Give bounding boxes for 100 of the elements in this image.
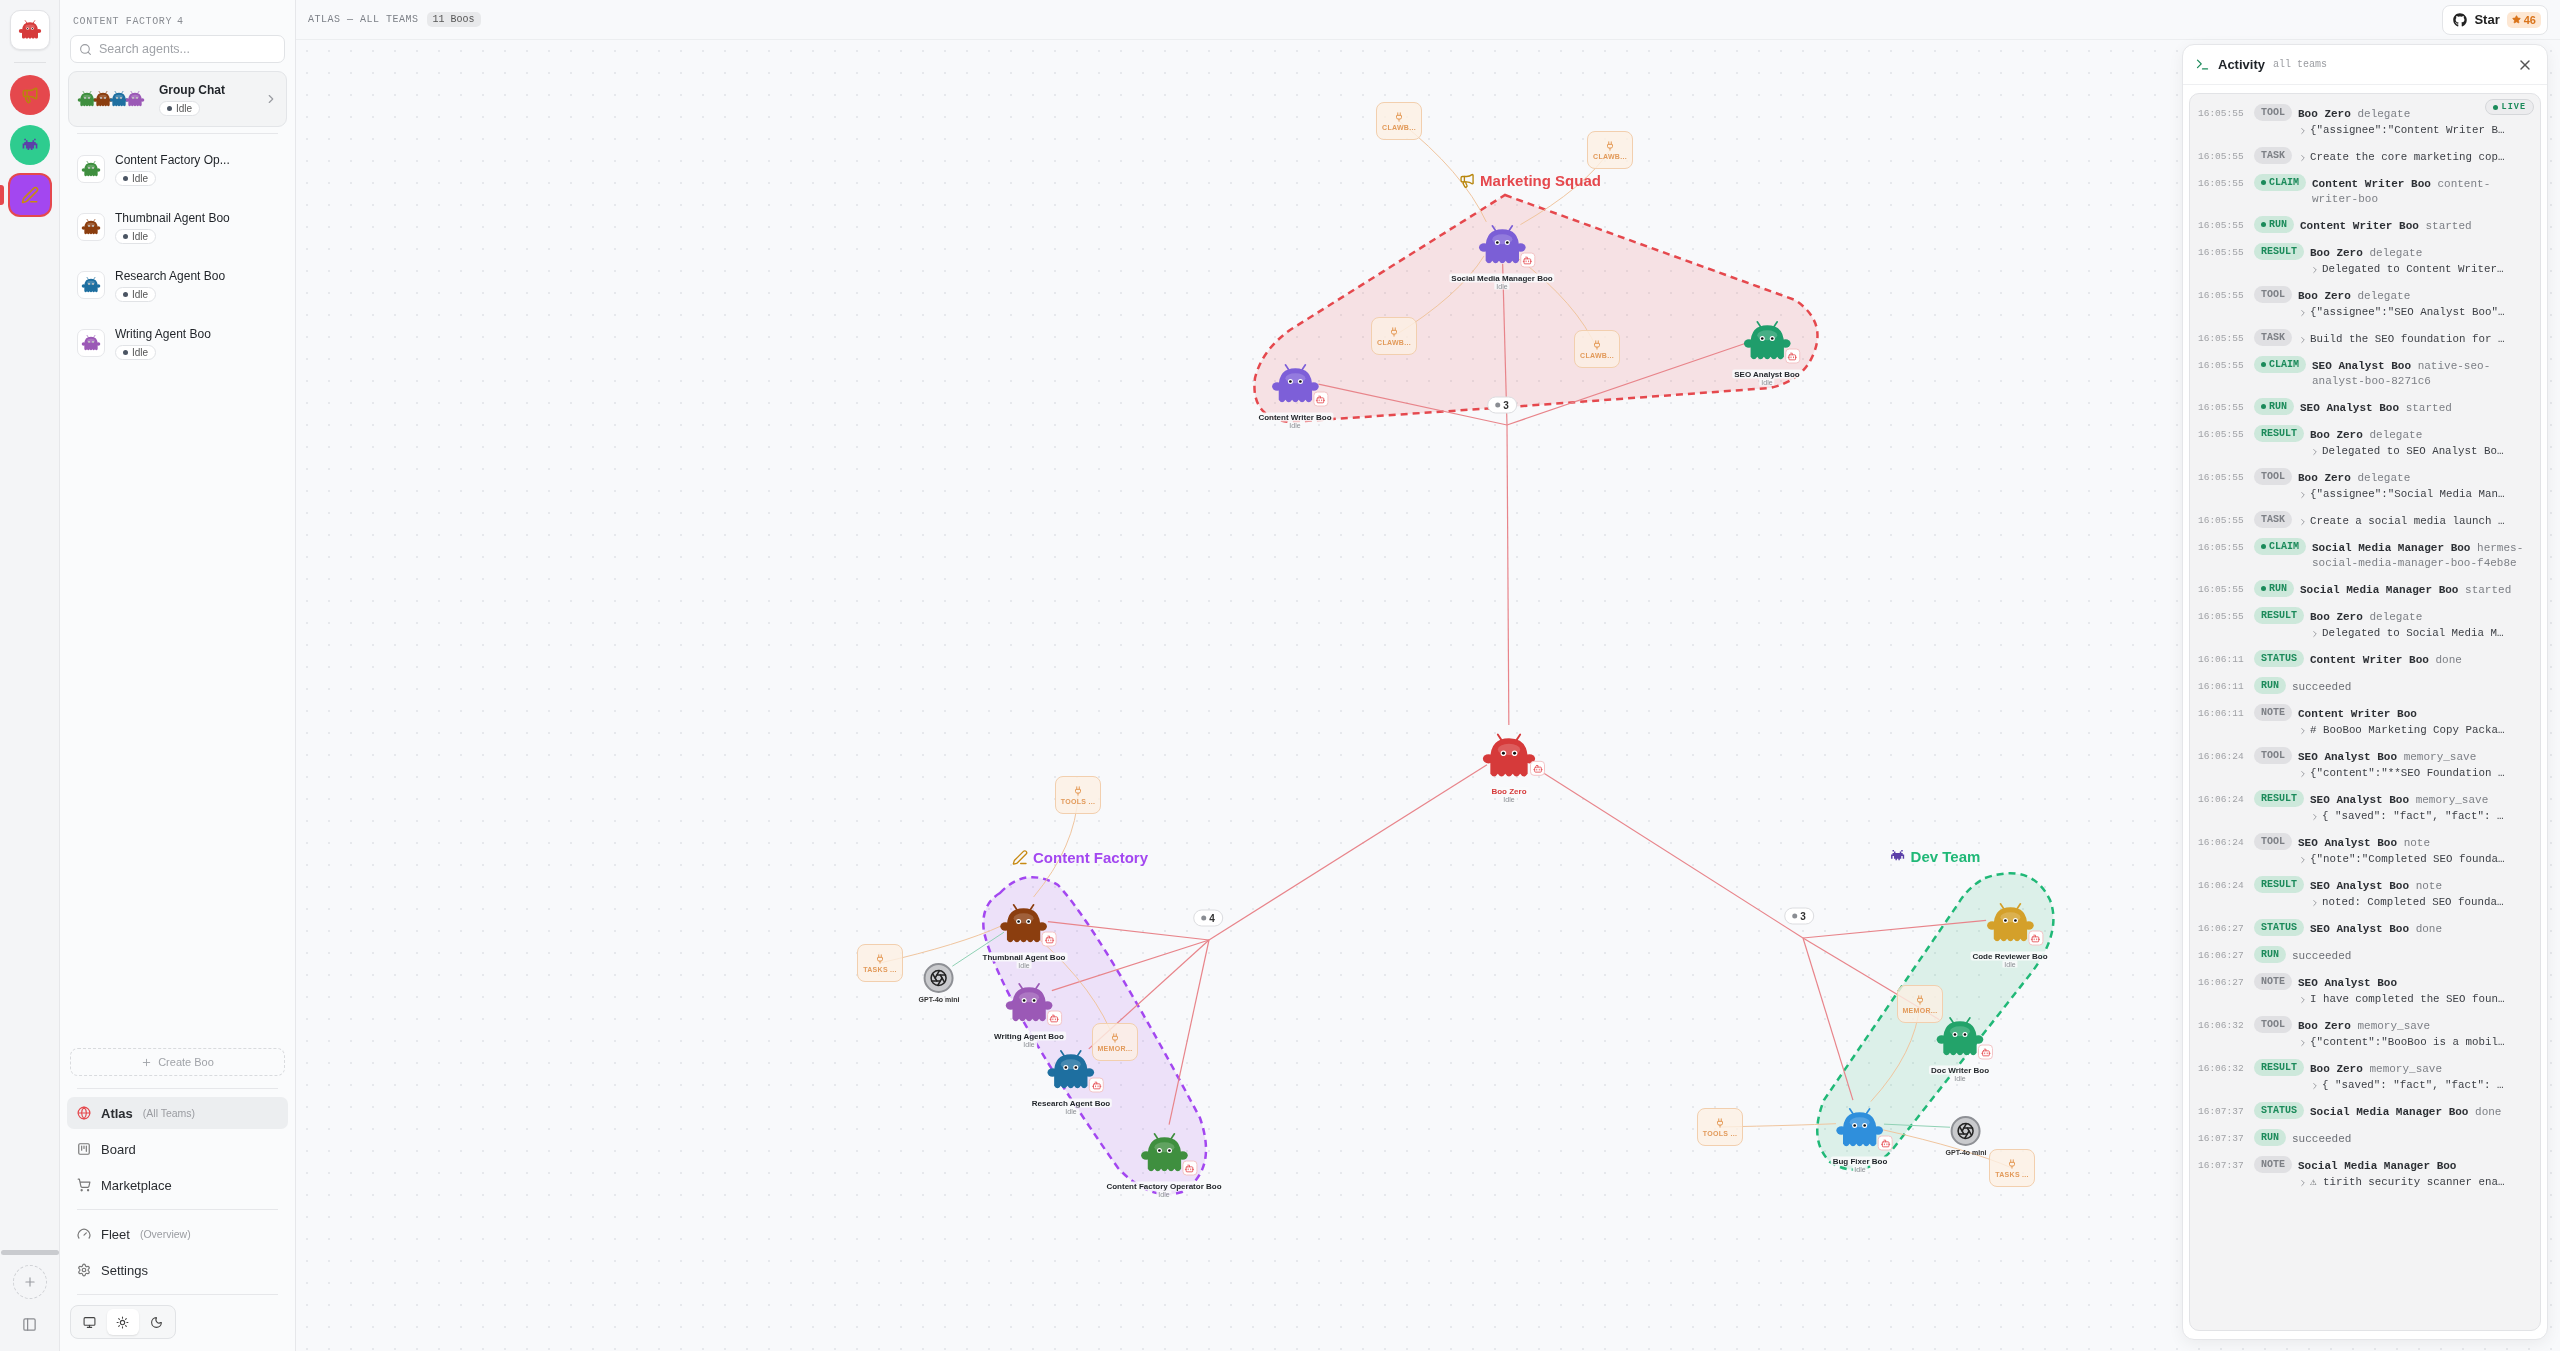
event-text: succeeded [2292, 680, 2353, 695]
event-tag: CLAIM [2254, 538, 2306, 555]
chevron-icon [2298, 768, 2308, 779]
event-text: SEO Analyst Boo note [2298, 836, 2432, 851]
model-node[interactable] [924, 963, 954, 993]
event-time: 16:07:37 [2198, 1132, 2245, 1144]
event-text: SEO Analyst Boo done [2310, 922, 2444, 937]
nav-item[interactable]: Fleet (Overview) [67, 1218, 288, 1250]
agent-item[interactable]: Content Factory Op... Idle [67, 140, 288, 198]
event-detail: Delegated to Content Writer… [2322, 262, 2504, 277]
sidebar-title: CONTENT FACTORY [73, 16, 172, 27]
event-time: 16:05:55 [2198, 177, 2245, 189]
event-detail: {"content":"**SEO Foundation … [2310, 766, 2505, 781]
gauge-icon [77, 1227, 91, 1241]
event-tag: TASK [2254, 329, 2292, 346]
event-tag: TOOL [2254, 833, 2292, 850]
event-tag: CLAIM [2254, 356, 2306, 373]
event-time: 16:05:55 [2198, 541, 2245, 553]
chevron-icon [2310, 264, 2320, 275]
event-detail: {"assignee":"SEO Analyst Boo"… [2310, 305, 2505, 320]
event-time: 16:05:55 [2198, 150, 2245, 162]
model-node[interactable] [1951, 1116, 1981, 1146]
status-pill: Idle [115, 228, 157, 244]
nav-item[interactable]: Board [67, 1133, 288, 1165]
event-tag: RESULT [2254, 790, 2304, 807]
event-text: Boo Zero memory_save [2310, 1062, 2444, 1077]
chevron-icon [2298, 489, 2308, 500]
agent-name: Content Factory Op... [115, 152, 230, 167]
chevron-icon [2310, 446, 2320, 457]
aperture-icon [930, 969, 948, 987]
count-badge: 3 [1784, 907, 1814, 925]
bot-icon [1182, 1160, 1197, 1176]
group-chat-title: Group Chat [159, 82, 225, 97]
nav-item[interactable]: Marketplace [67, 1169, 288, 1201]
agent-item[interactable]: Research Agent Boo Idle [67, 256, 288, 314]
pen-icon [20, 186, 39, 204]
event-detail: ⚠ tirith security scanner ena… [2310, 1175, 2505, 1190]
search-field[interactable]: Search agents... [70, 35, 285, 63]
event-text: SEO Analyst Boo note [2310, 879, 2444, 894]
count-badge: 3 [1487, 396, 1517, 414]
agent-item[interactable]: Writing Agent Boo Idle [67, 314, 288, 372]
event-time: 16:05:55 [2198, 359, 2245, 371]
star-button[interactable]: Star 46 [2442, 4, 2548, 35]
event-time: 16:05:55 [2198, 107, 2245, 119]
nav-item[interactable]: Atlas (All Teams) [67, 1097, 288, 1129]
nav-item[interactable]: Settings [67, 1254, 288, 1286]
chevron-icon [2310, 811, 2320, 822]
event-tag: RUN [2254, 946, 2286, 963]
team-name: Marketing Squad [1480, 171, 1601, 189]
logo-tile[interactable] [9, 10, 50, 50]
event-text: Social Media Manager Boo done [2310, 1105, 2503, 1120]
event-tag: RESULT [2254, 876, 2304, 893]
bot-icon [1785, 348, 1800, 364]
event-tag: CLAIM [2254, 174, 2306, 191]
event-text: Content Writer Boo [2298, 707, 2418, 722]
plug-icon [875, 953, 885, 964]
event-time: 16:05:55 [2198, 401, 2245, 413]
event-tag: NOTE [2254, 973, 2292, 990]
theme-button[interactable] [107, 1309, 139, 1335]
event-time: 16:05:55 [2198, 610, 2245, 622]
event-tag: RUN [2254, 580, 2294, 597]
event-time: 16:05:55 [2198, 332, 2245, 344]
cart-icon [77, 1178, 91, 1192]
event-time: 16:05:55 [2198, 583, 2245, 595]
agent-name: SEO Analyst Boo [1732, 369, 1802, 379]
chevron-icon [2298, 854, 2308, 865]
event-detail: Delegated to SEO Analyst Bo… [2322, 444, 2504, 459]
chevron-icon [2310, 628, 2320, 639]
event-text: Content Writer Boo done [2310, 653, 2463, 668]
chevron-icon [2298, 1177, 2308, 1188]
event-tag: RUN [2254, 216, 2294, 233]
globe-icon [77, 1106, 91, 1120]
bot-icon [1313, 391, 1328, 407]
team-button[interactable] [9, 75, 50, 115]
status-pill: Idle [115, 286, 157, 302]
settings-icon [77, 1263, 91, 1277]
chevron-icon [2298, 994, 2308, 1005]
event-tag: RUN [2254, 1129, 2286, 1146]
plug-icon [1073, 785, 1083, 796]
event-text: Social Media Manager Boo hermes-social-media-manager-boo-f4eb8e [2312, 541, 2525, 571]
invader-icon [1889, 849, 1906, 863]
team-button[interactable] [9, 125, 50, 165]
chevron-icon [2298, 334, 2308, 345]
plug-icon [1389, 326, 1399, 337]
agent-name: Writing Agent Boo [992, 1031, 1066, 1041]
panel-title: Activity [2218, 57, 2265, 72]
agent-name: Content Factory Operator Boo [1104, 1181, 1224, 1191]
event-tag: RESULT [2254, 1059, 2304, 1076]
event-text: Boo Zero delegate [2298, 471, 2412, 486]
event-detail: # BooBoo Marketing Copy Packa… [2310, 723, 2505, 738]
event-time: 16:06:27 [2198, 976, 2245, 988]
group-chat-card[interactable]: Group Chat Idle [68, 71, 287, 127]
team-name: Dev Team [1910, 847, 1981, 865]
event-time: 16:05:55 [2198, 428, 2245, 440]
agent-item[interactable]: Thumbnail Agent Boo Idle [67, 198, 288, 256]
event-time: 16:06:11 [2198, 707, 2245, 719]
event-tag: TOOL [2254, 468, 2292, 485]
event-time: 16:05:55 [2198, 471, 2245, 483]
agent-name: Doc Writer Boo [1928, 1065, 1992, 1075]
event-time: 16:05:55 [2198, 514, 2245, 526]
